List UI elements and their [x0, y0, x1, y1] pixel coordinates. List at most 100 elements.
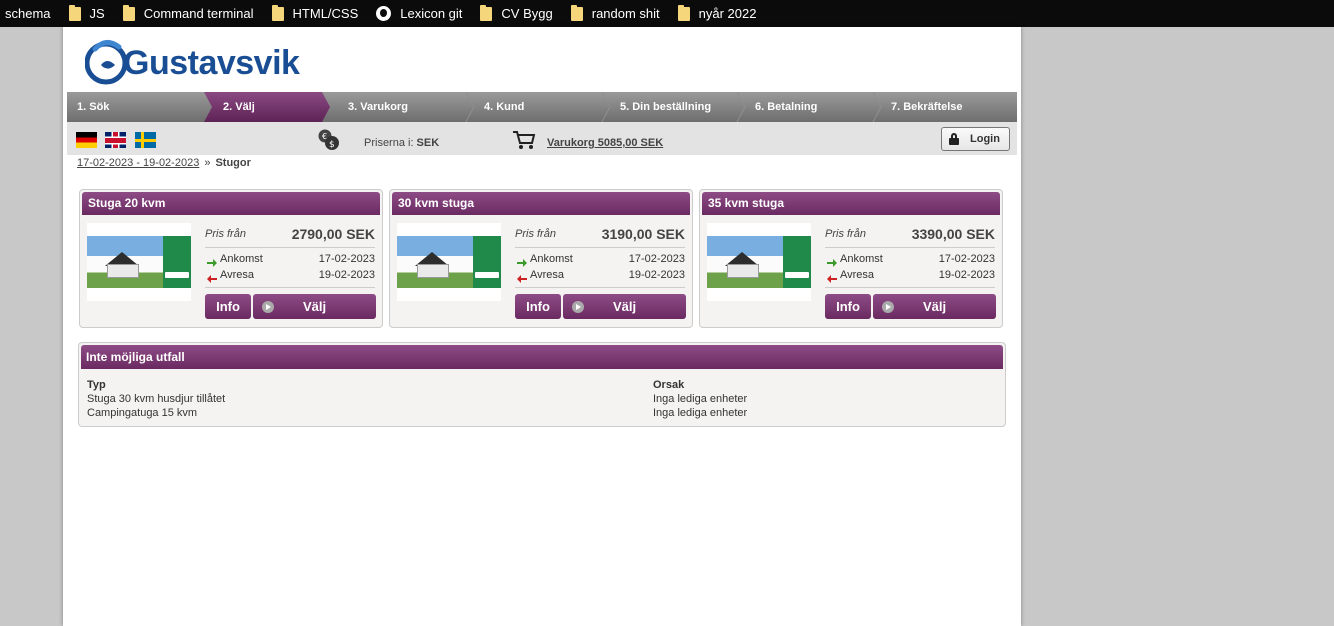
cart-link[interactable]: Varukorg 5085,00 SEK: [547, 137, 663, 149]
toolbar: € $ Priserna i: SEK Varukorg 5085,00 SEK …: [67, 122, 1017, 155]
price-from-label: Pris från: [205, 228, 246, 240]
bookmark-random[interactable]: random shit: [570, 4, 660, 21]
cabin-card: 30 kvm stuga Pris från 3190,00 SEK Ankom…: [389, 189, 693, 328]
divider: [205, 287, 375, 288]
prices-label-text: Priserna i:: [364, 137, 414, 149]
currency-exchange-icon[interactable]: € $: [317, 128, 341, 152]
bookmark-label: Command terminal: [143, 6, 254, 21]
arrival-arrow-icon: [517, 256, 527, 267]
folder-icon: [122, 4, 135, 21]
divider: [205, 247, 375, 248]
login-button[interactable]: Login: [941, 127, 1010, 151]
swedish-flag-icon[interactable]: [135, 132, 156, 148]
departure-arrow-icon: [827, 272, 837, 283]
price-value: 2790,00 SEK: [291, 226, 375, 242]
svg-text:$: $: [329, 140, 335, 150]
folder-icon: [570, 4, 583, 21]
uk-flag-icon[interactable]: [105, 132, 126, 148]
bookmark-label: nyår 2022: [698, 6, 757, 21]
departure-date: 19-02-2023: [938, 269, 995, 281]
unavailable-type: Campingatuga 15 kvm: [87, 407, 198, 419]
bookmark-label: CV Bygg: [501, 6, 553, 21]
departure-label: Avresa: [840, 269, 875, 281]
price-from-label: Pris från: [515, 228, 556, 240]
select-button[interactable]: Välj: [563, 294, 686, 319]
cabin-card: 35 kvm stuga Pris från 3390,00 SEK Ankom…: [699, 189, 1003, 328]
bookmark-nyar-2022[interactable]: nyår 2022: [677, 4, 757, 21]
breadcrumb-current: Stugor: [215, 157, 251, 169]
divider: [825, 287, 995, 288]
folder-icon: [677, 4, 690, 21]
unavailable-reason: Inga lediga enheter: [653, 407, 748, 419]
bookmark-html-css[interactable]: HTML/CSS: [271, 4, 359, 21]
step-separators: [465, 92, 882, 122]
departure-label: Avresa: [220, 269, 255, 281]
reason-header: Orsak: [653, 379, 685, 391]
cabin-banner: [473, 236, 501, 288]
type-column: Typ Stuga 30 kvm husdjur tillåtet Campin…: [87, 378, 225, 420]
cabin-banner: [163, 236, 191, 288]
booking-steps: 1. Sök 2. Välj 3. Varukorg 4. Kund 5. Di…: [67, 92, 1017, 122]
bookmarks-bar: schema JS Command terminal HTML/CSS Lexi…: [0, 0, 1334, 27]
departure-arrow-icon: [207, 272, 217, 283]
info-button[interactable]: Info: [825, 294, 871, 319]
cabin-card: Stuga 20 kvm Pris från 2790,00 SEK Ankom…: [79, 189, 383, 328]
cabin-image[interactable]: [397, 223, 501, 301]
logo-mark-icon: [85, 40, 127, 85]
booking-page: Gustavsvik 1. Sök 2. Välj 3. Varukorg 4.…: [63, 27, 1021, 626]
price-from-label: Pris från: [825, 228, 866, 240]
breadcrumb: 17-02-2023 - 19-02-2023 » Stugor: [77, 157, 251, 169]
unavailable-type: Stuga 30 kvm husdjur tillåtet: [87, 393, 226, 405]
select-label: Välj: [612, 299, 637, 314]
info-button[interactable]: Info: [205, 294, 251, 319]
bookmark-label: JS: [89, 6, 105, 21]
divider: [825, 247, 995, 248]
select-button[interactable]: Välj: [873, 294, 996, 319]
cabin-title: Stuga 20 kvm: [82, 192, 380, 215]
arrival-date: 17-02-2023: [628, 253, 685, 265]
bookmark-lexicon-git[interactable]: Lexicon git: [376, 6, 462, 21]
cabin-banner: [783, 236, 811, 288]
currency-value: SEK: [416, 137, 440, 149]
folder-icon: [480, 4, 493, 21]
bookmark-label: HTML/CSS: [292, 6, 359, 21]
prices-currency-label: Priserna i: SEK: [364, 137, 439, 149]
reason-column: Orsak Inga lediga enheter Inga lediga en…: [653, 378, 747, 420]
cabin-image[interactable]: [87, 223, 191, 301]
bookmark-cv-bygg[interactable]: CV Bygg: [480, 4, 553, 21]
select-button[interactable]: Välj: [253, 294, 376, 319]
departure-arrow-icon: [517, 272, 527, 283]
bookmark-schema[interactable]: schema: [5, 6, 51, 21]
arrival-label: Ankomst: [530, 253, 573, 265]
logo-text: Gustavsvik: [123, 43, 300, 82]
bookmark-js[interactable]: JS: [68, 4, 105, 21]
folder-icon: [68, 4, 81, 21]
departure-date: 19-02-2023: [628, 269, 685, 281]
cabin-image[interactable]: [707, 223, 811, 301]
svg-text:€: €: [322, 132, 327, 141]
gustavsvik-logo[interactable]: Gustavsvik: [85, 32, 300, 90]
price-value: 3390,00 SEK: [911, 226, 995, 242]
unavailable-title: Inte möjliga utfall: [81, 345, 1003, 369]
arrival-label: Ankomst: [220, 253, 263, 265]
unavailable-panel: Inte möjliga utfall Typ Stuga 30 kvm hus…: [78, 342, 1006, 427]
info-button[interactable]: Info: [515, 294, 561, 319]
bookmark-label: Lexicon git: [400, 6, 463, 21]
divider: [515, 247, 685, 248]
type-header: Typ: [87, 379, 106, 391]
departure-label: Avresa: [530, 269, 565, 281]
bookmark-command-terminal[interactable]: Command terminal: [122, 4, 254, 21]
arrival-date: 17-02-2023: [938, 253, 995, 265]
arrival-label: Ankomst: [840, 253, 883, 265]
folder-icon: [271, 4, 284, 21]
select-label: Välj: [302, 299, 327, 314]
arrival-arrow-icon: [827, 256, 837, 267]
cart-icon[interactable]: [512, 130, 536, 150]
german-flag-icon[interactable]: [76, 132, 97, 148]
login-label: Login: [970, 133, 1000, 145]
departure-date: 19-02-2023: [318, 269, 375, 281]
breadcrumb-separator: »: [204, 157, 211, 169]
bookmark-label: schema: [5, 6, 51, 21]
breadcrumb-dates-link[interactable]: 17-02-2023 - 19-02-2023: [77, 157, 199, 169]
cabin-photo: [397, 236, 473, 288]
